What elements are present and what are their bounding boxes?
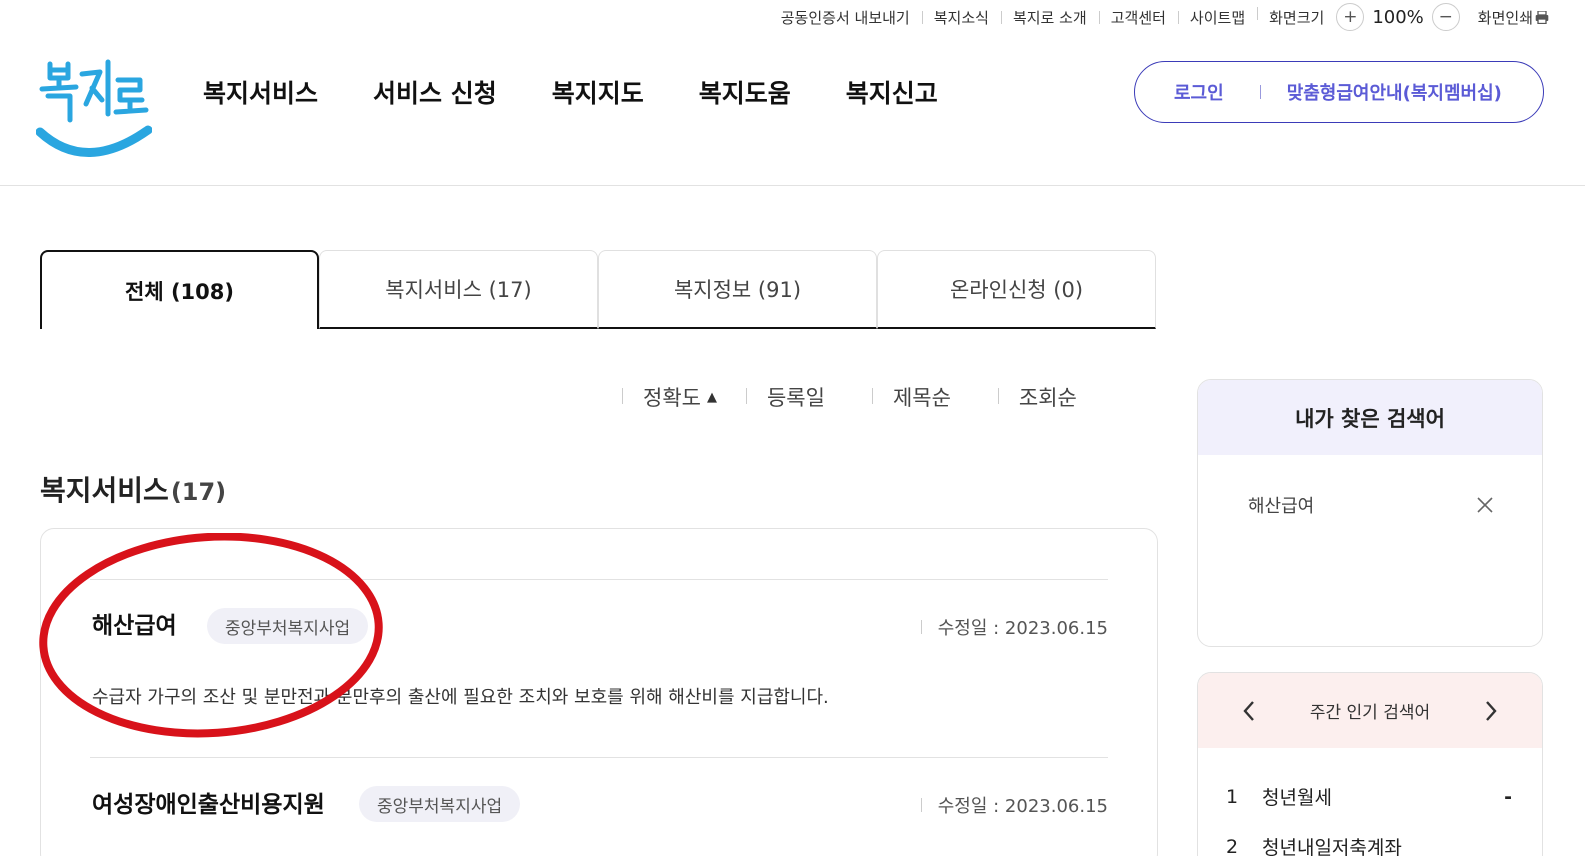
sort-options: 정확도 ▲ 등록일 제목순 조회순: [622, 382, 1098, 412]
membership-button[interactable]: 맞춤형급여안내(복지멤버십): [1287, 79, 1502, 105]
login-button[interactable]: 로그인: [1174, 79, 1224, 105]
zoom-in-button[interactable]: +: [1336, 3, 1365, 31]
result-description: 수급자 가구의 조산 및 분만전과 분만후의 출산에 필요한 조치와 보호를 위…: [92, 687, 829, 708]
sort-up-icon: ▲: [706, 389, 717, 405]
printer-icon: [1535, 10, 1549, 24]
customer-center-link[interactable]: 고객센터: [1098, 7, 1178, 28]
nav-welfare-report[interactable]: 복지신고: [846, 74, 938, 110]
sort-accuracy[interactable]: 정확도 ▲: [622, 382, 738, 412]
zoom-value: 100%: [1372, 6, 1424, 28]
result-badge: 중앙부처복지사업: [359, 786, 521, 822]
header-divider: [0, 185, 1585, 186]
section-title-text: 복지서비스: [40, 474, 169, 507]
about-link[interactable]: 복지로 소개: [1000, 7, 1099, 28]
tab-welfare-info[interactable]: 복지정보 (91): [598, 250, 877, 329]
zoom-out-button[interactable]: −: [1431, 3, 1460, 31]
nav-service-apply[interactable]: 서비스 신청: [373, 74, 497, 110]
nav-welfare-map[interactable]: 복지지도: [552, 74, 644, 110]
nav-welfare-help[interactable]: 복지도움: [699, 74, 791, 110]
sitemap-link[interactable]: 사이트맵: [1177, 7, 1257, 28]
popular-item[interactable]: 1 청년월세 -: [1226, 783, 1512, 810]
popular-rank: 1: [1226, 785, 1239, 808]
result-badge: 중앙부처복지사업: [207, 608, 369, 644]
sort-views[interactable]: 조회순: [997, 382, 1098, 412]
result-date: 수정일 : 2023.06.15: [921, 792, 1108, 818]
sort-date[interactable]: 등록일: [745, 382, 846, 412]
auth-box: 로그인 맞춤형급여안내(복지멤버십): [1134, 61, 1544, 123]
results-list: 해산급여 중앙부처복지사업 수정일 : 2023.06.15 수급자 가구의 조…: [40, 528, 1158, 856]
zoom-control: 화면크기 + 100% −: [1257, 3, 1460, 31]
logo-mark: [35, 59, 153, 157]
sort-accuracy-label: 정확도: [643, 386, 701, 410]
zoom-label: 화면크기: [1269, 8, 1325, 27]
welfare-news-link[interactable]: 복지소식: [921, 7, 1001, 28]
tab-online-apply[interactable]: 온라인신청 (0): [877, 250, 1156, 329]
section-title: 복지서비스(17): [40, 469, 226, 509]
utility-bar: 공동인증서 내보내기 복지소식 복지로 소개 고객센터 사이트맵 화면크기 + …: [769, 0, 1549, 34]
list-item[interactable]: 여성장애인출산비용지원 중앙부처복지사업 수정일 : 2023.06.15: [90, 757, 1108, 856]
popular-title: 주간 인기 검색어: [1309, 703, 1431, 723]
sort-title[interactable]: 제목순: [871, 382, 972, 412]
popular-search-panel: 주간 인기 검색어 1 청년월세 - 2 청년내일저축계좌: [1197, 672, 1543, 856]
popular-header: 주간 인기 검색어: [1198, 673, 1542, 748]
nav-welfare-service[interactable]: 복지서비스: [203, 74, 318, 110]
auth-divider: [1259, 85, 1261, 99]
trend-indicator: -: [1504, 785, 1512, 808]
result-tabs: 전체 (108) 복지서비스 (17) 복지정보 (91) 온라인신청 (0): [40, 250, 1156, 329]
site-logo[interactable]: [35, 56, 153, 164]
result-date: 수정일 : 2023.06.15: [921, 614, 1108, 640]
close-icon[interactable]: [1476, 496, 1494, 514]
section-count: (17): [170, 478, 227, 506]
my-search-panel: 내가 찾은 검색어 해산급여: [1197, 379, 1543, 647]
tab-welfare-service[interactable]: 복지서비스 (17): [319, 250, 598, 329]
popular-item[interactable]: 2 청년내일저축계좌: [1226, 833, 1512, 856]
my-search-title: 내가 찾은 검색어: [1198, 380, 1542, 455]
cert-export-link[interactable]: 공동인증서 내보내기: [769, 7, 922, 28]
print-label: 화면인쇄: [1477, 8, 1533, 27]
print-button[interactable]: 화면인쇄: [1460, 7, 1549, 28]
result-title[interactable]: 해산급여: [92, 606, 177, 640]
result-title[interactable]: 여성장애인출산비용지원: [92, 785, 325, 819]
popular-keyword[interactable]: 청년내일저축계좌: [1262, 833, 1512, 856]
chevron-left-icon[interactable]: [1242, 700, 1256, 722]
main-nav: 복지서비스 서비스 신청 복지지도 복지도움 복지신고: [203, 74, 993, 110]
my-search-item: 해산급여: [1248, 492, 1494, 518]
popular-keyword[interactable]: 청년월세: [1262, 783, 1504, 810]
popular-rank: 2: [1226, 835, 1239, 856]
list-item[interactable]: 해산급여 중앙부처복지사업 수정일 : 2023.06.15 수급자 가구의 조…: [90, 579, 1108, 757]
my-search-keyword[interactable]: 해산급여: [1248, 492, 1314, 518]
tab-all[interactable]: 전체 (108): [40, 250, 319, 329]
chevron-right-icon[interactable]: [1484, 700, 1498, 722]
